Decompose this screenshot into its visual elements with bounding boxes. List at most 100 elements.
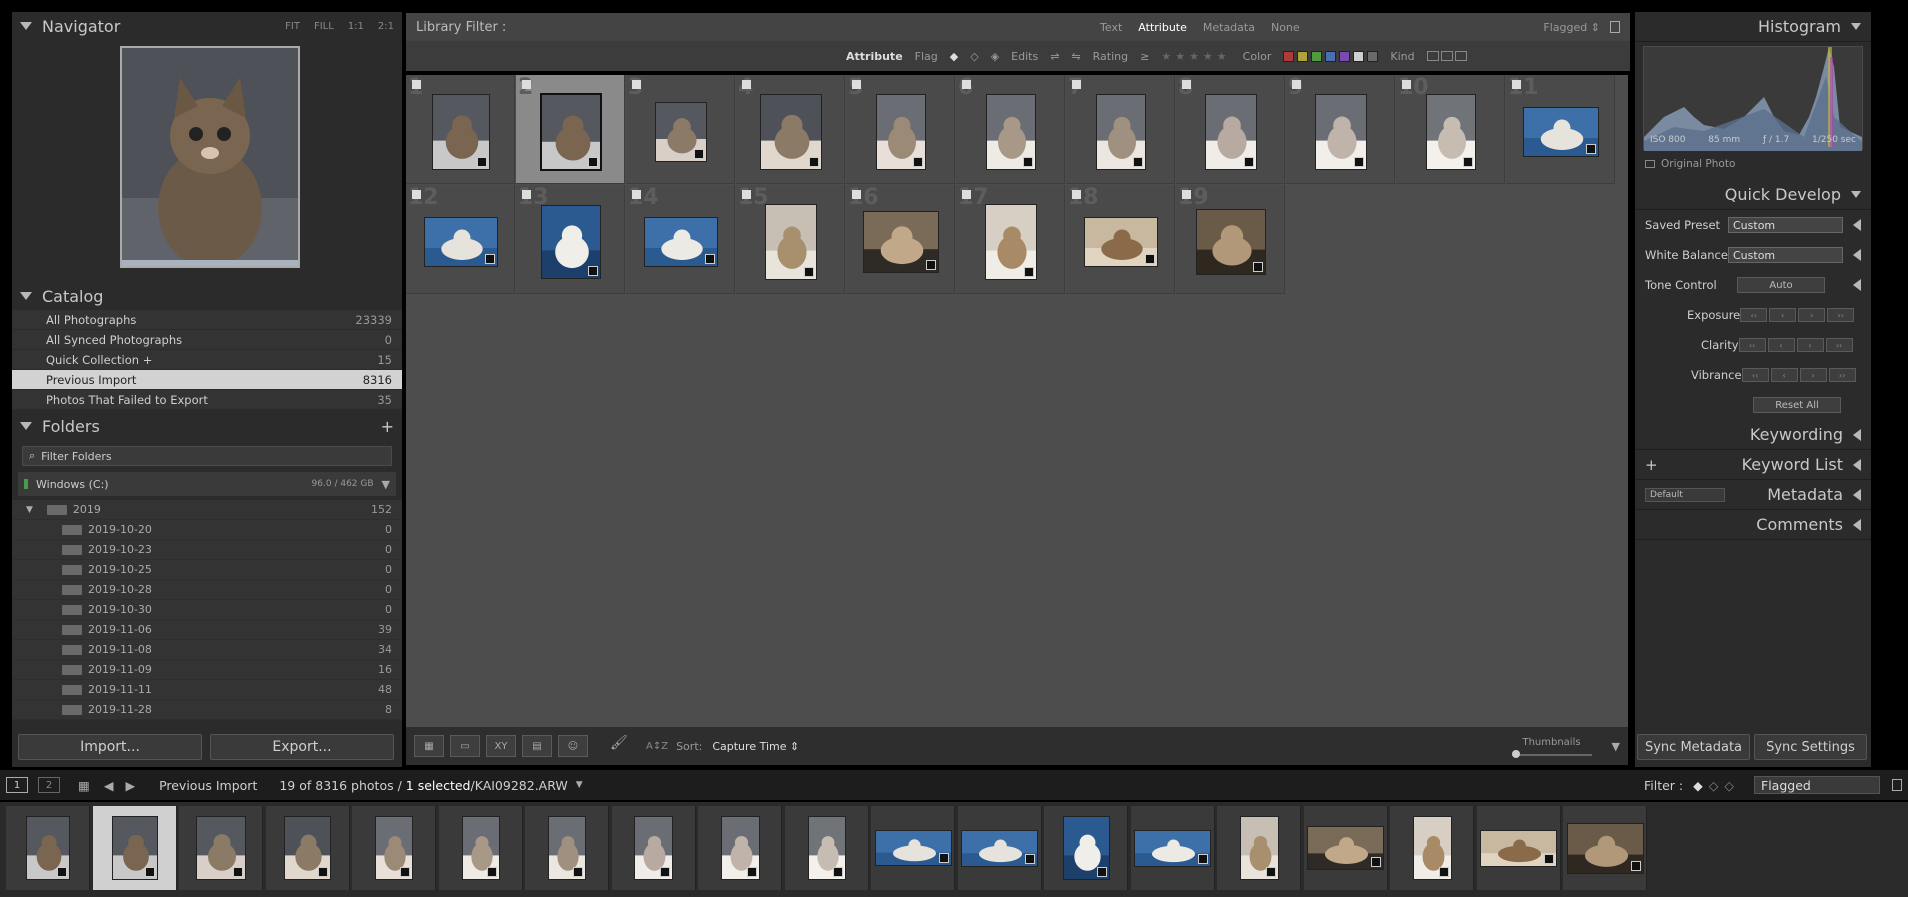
filmstrip-cell[interactable] — [352, 806, 436, 890]
add-folder-icon[interactable]: + — [381, 417, 394, 436]
auto-tone-button[interactable]: Auto — [1737, 277, 1825, 293]
filmstrip-thumbnail[interactable] — [961, 829, 1038, 867]
photo-thumbnail[interactable] — [863, 211, 939, 273]
photo-thumbnail[interactable] — [1523, 107, 1599, 157]
folder-item[interactable]: 2019-11-11 48 — [12, 680, 402, 700]
grid-cell[interactable]: 9 — [1286, 75, 1395, 184]
catalog-item-all-photographs[interactable]: All Photographs 23339 — [12, 310, 402, 330]
flag-icon[interactable] — [632, 190, 641, 199]
flag-rejected-icon[interactable]: ◈ — [991, 50, 999, 63]
photo-thumbnail[interactable] — [985, 204, 1037, 280]
folder-item[interactable]: 2019-10-25 0 — [12, 560, 402, 580]
grid-cell[interactable]: 18 — [1066, 185, 1175, 294]
histogram-header[interactable]: Histogram — [1635, 12, 1871, 42]
back-arrow-icon[interactable]: ◀ — [104, 778, 114, 793]
rating-operator[interactable]: ≥ — [1140, 50, 1149, 63]
filmstrip-cell[interactable] — [871, 806, 955, 890]
step-up[interactable]: › — [1799, 368, 1827, 382]
filmstrip-thumbnail[interactable] — [634, 816, 673, 880]
photo-thumbnail[interactable] — [986, 94, 1036, 170]
flag-icon[interactable] — [1182, 190, 1191, 199]
grid-cell[interactable]: 13 — [516, 185, 625, 294]
filmstrip-thumbnail[interactable] — [1134, 829, 1211, 867]
flag-unflagged-icon[interactable]: ◇ — [970, 50, 978, 63]
catalog-item-previous-import[interactable]: Previous Import 8316 — [12, 370, 402, 390]
collapse-triangle-icon[interactable] — [20, 22, 32, 30]
grid-cell[interactable]: 15 — [736, 185, 845, 294]
filmstrip-source[interactable]: Previous Import — [159, 778, 257, 793]
filmstrip-thumbnail[interactable] — [1307, 826, 1384, 870]
expand-triangle-icon[interactable] — [1853, 428, 1861, 441]
filmstrip-thumbnail[interactable] — [807, 816, 846, 880]
color-swatch[interactable] — [1311, 50, 1323, 62]
expand-triangle-icon[interactable] — [1853, 458, 1861, 471]
expand-triangle-icon[interactable] — [1853, 219, 1861, 231]
filmstrip-thumbnail[interactable] — [1566, 822, 1644, 874]
thumbnail-size-slider[interactable] — [1511, 749, 1592, 758]
photo-thumbnail[interactable] — [1315, 94, 1367, 170]
photo-thumbnail[interactable] — [1196, 209, 1266, 275]
metadata-preset-select[interactable]: Default — [1645, 487, 1725, 502]
white-balance-select[interactable]: Custom — [1728, 247, 1843, 263]
photo-thumbnail[interactable] — [541, 205, 601, 279]
forward-arrow-icon[interactable]: ▶ — [125, 778, 135, 793]
collapse-triangle-icon[interactable] — [20, 292, 32, 300]
flag-icon[interactable] — [412, 80, 421, 89]
histogram-graph[interactable]: ISO 800 85 mm ƒ / 1.7 1/250 sec — [1643, 46, 1863, 151]
reset-all-button[interactable]: Reset All — [1753, 397, 1841, 413]
color-swatch[interactable] — [1283, 50, 1295, 62]
filmstrip-thumbnail[interactable] — [461, 816, 500, 880]
quick-develop-header[interactable]: Quick Develop — [1635, 180, 1871, 210]
slider-handle[interactable] — [1511, 749, 1520, 758]
sort-select[interactable]: Capture Time ⇕ — [712, 740, 799, 753]
filmstrip-thumbnail[interactable] — [1239, 816, 1279, 880]
grid-cell[interactable]: 7 — [1066, 75, 1175, 184]
filter-tab-attribute[interactable]: Attribute — [1138, 21, 1187, 34]
flag-rejected-icon[interactable]: ◇ — [1724, 778, 1734, 793]
sort-direction-icon[interactable]: A↕Z — [646, 741, 668, 752]
flag-icon[interactable] — [962, 80, 971, 89]
photo-thumbnail[interactable] — [1426, 94, 1476, 170]
volume-row[interactable]: Windows (C:) 96.0 / 462 GB ▼ — [18, 472, 396, 496]
folder-item[interactable]: 2019-11-28 8 — [12, 700, 402, 720]
grid-cell[interactable]: 5 — [846, 75, 955, 184]
checkbox-icon[interactable] — [1645, 160, 1655, 168]
zoom-1-1[interactable]: 1:1 — [348, 21, 364, 32]
filmstrip-cell[interactable] — [611, 806, 696, 890]
filmstrip-cell[interactable] — [957, 806, 1042, 890]
flag-icon[interactable] — [522, 190, 531, 199]
filmstrip-thumbnail[interactable] — [1412, 816, 1452, 880]
photo-thumbnail[interactable] — [1096, 94, 1146, 170]
filter-tab-none[interactable]: None — [1271, 21, 1300, 34]
grid-cell[interactable]: 3 — [626, 75, 735, 184]
filmstrip-thumbnail[interactable] — [26, 816, 70, 880]
step-large-down[interactable]: ‹‹ — [1741, 368, 1769, 382]
filter-tab-metadata[interactable]: Metadata — [1203, 21, 1255, 34]
keywording-header[interactable]: Keywording — [1635, 420, 1871, 450]
step-up[interactable]: › — [1798, 308, 1826, 322]
folder-item[interactable]: 2019-10-20 0 — [12, 520, 402, 540]
expand-triangle-icon[interactable] — [1853, 249, 1861, 261]
sync-settings-button[interactable]: Sync Settings — [1754, 734, 1867, 760]
filmstrip-cell[interactable] — [265, 806, 350, 890]
flag-picked-icon[interactable]: ◆ — [1693, 778, 1703, 793]
filmstrip-cell[interactable] — [525, 806, 609, 890]
filmstrip-thumbnail[interactable] — [548, 816, 586, 880]
filmstrip-cell[interactable] — [1390, 806, 1474, 890]
filter-folders-input[interactable]: ⌕ Filter Folders — [22, 446, 392, 466]
grid-cell[interactable]: 12 — [406, 185, 515, 294]
grid-cell[interactable]: 10 — [1396, 75, 1505, 184]
lock-icon[interactable] — [1892, 779, 1902, 791]
collapse-triangle-icon[interactable] — [1851, 23, 1861, 30]
color-swatch[interactable] — [1297, 50, 1309, 62]
photo-thumbnail[interactable] — [424, 217, 498, 267]
flag-icon[interactable] — [962, 190, 971, 199]
survey-view-icon[interactable]: ▤ — [522, 735, 552, 757]
grid-cell[interactable]: 16 — [846, 185, 955, 294]
import-button[interactable]: Import... — [18, 734, 202, 760]
edited-icon[interactable]: ⇌ — [1050, 50, 1059, 63]
filmstrip-thumbnail[interactable] — [720, 816, 760, 880]
step-large-up[interactable]: ›› — [1827, 308, 1855, 322]
catalog-item-quick-collection[interactable]: Quick Collection + 15 — [12, 350, 402, 370]
original-photo-toggle[interactable]: Original Photo — [1635, 154, 1871, 174]
